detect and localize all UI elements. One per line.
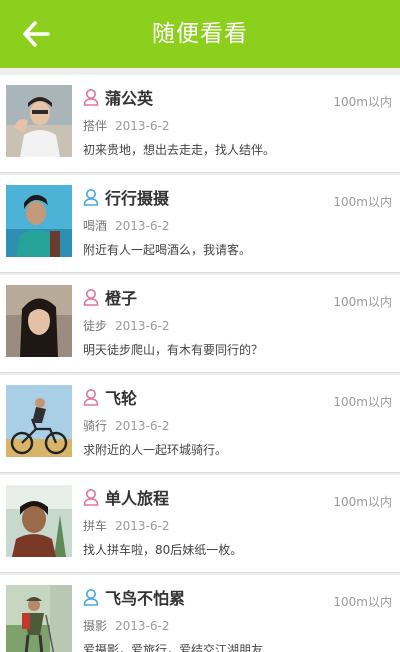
meta-row: 喝酒 2013-6-2 xyxy=(83,217,169,234)
list-item[interactable]: 飞鸟不怕累 摄影 2013-6-2 爱摄影，爱旅行，爱结交江湖朋友…… 100m以… xyxy=(0,575,400,652)
list-item[interactable]: 行行摄摄 喝酒 2013-6-2 附近有人一起喝酒么，我请客。 100m以内 xyxy=(0,175,400,273)
avatar xyxy=(6,185,72,257)
user-name: 蒲公英 xyxy=(105,89,154,108)
name-row: 蒲公英 xyxy=(83,86,153,108)
post-description: 找人拼车啦，80后妹纸一枚。 xyxy=(83,543,243,557)
meta-row: 搭伴 2013-6-2 xyxy=(83,117,169,134)
post-date: 2013-6-2 xyxy=(115,319,170,333)
user-name: 橙子 xyxy=(105,289,138,308)
avatar xyxy=(6,585,72,652)
user-female-icon xyxy=(83,489,99,506)
post-description: 爱摄影，爱旅行，爱结交江湖朋友…… xyxy=(83,643,288,652)
distance-label: 100m以内 xyxy=(333,595,392,609)
back-button[interactable] xyxy=(14,14,58,54)
user-name: 飞鸟不怕累 xyxy=(105,589,186,608)
post-date: 2013-6-2 xyxy=(115,219,170,233)
activity-tag: 搭伴 xyxy=(83,119,108,133)
activity-tag: 徒步 xyxy=(83,319,108,333)
avatar xyxy=(6,385,72,457)
meta-row: 摄影 2013-6-2 xyxy=(83,617,169,634)
activity-tag: 骑行 xyxy=(83,419,108,433)
page-title: 随便看看 xyxy=(152,21,248,47)
list-item[interactable]: 橙子 徒步 2013-6-2 明天徒步爬山，有木有要同行的？ 100m以内 xyxy=(0,275,400,373)
meta-row: 骑行 2013-6-2 xyxy=(83,417,169,434)
post-date: 2013-6-2 xyxy=(115,419,170,433)
user-name: 行行摄摄 xyxy=(105,189,170,208)
people-list: 蒲公英 搭伴 2013-6-2 初来贵地，想出去走走，找人结伴。 100m以内 xyxy=(0,68,400,652)
distance-label: 100m以内 xyxy=(333,95,392,109)
meta-row: 徒步 2013-6-2 xyxy=(83,317,169,334)
post-date: 2013-6-2 xyxy=(115,619,170,633)
activity-tag: 喝酒 xyxy=(83,219,108,233)
avatar xyxy=(6,285,72,357)
post-description: 初来贵地，想出去走走，找人结伴。 xyxy=(83,143,276,157)
header-bar: 随便看看 xyxy=(0,0,400,68)
distance-label: 100m以内 xyxy=(333,195,392,209)
list-item[interactable]: 单人旅程 拼车 2013-6-2 找人拼车啦，80后妹纸一枚。 100m以内 xyxy=(0,475,400,573)
user-male-icon xyxy=(83,589,99,606)
avatar xyxy=(6,485,72,557)
post-date: 2013-6-2 xyxy=(115,119,170,133)
distance-label: 100m以内 xyxy=(333,295,392,309)
list-item[interactable]: 飞轮 骑行 2013-6-2 求附近的人一起环城骑行。 100m以内 xyxy=(0,375,400,473)
name-row: 橙子 xyxy=(83,286,137,308)
activity-tag: 摄影 xyxy=(83,619,108,633)
user-male-icon xyxy=(83,189,99,206)
avatar xyxy=(6,85,72,157)
distance-label: 100m以内 xyxy=(333,495,392,509)
list-item[interactable]: 蒲公英 搭伴 2013-6-2 初来贵地，想出去走走，找人结伴。 100m以内 xyxy=(0,75,400,173)
post-date: 2013-6-2 xyxy=(115,519,170,533)
user-name: 飞轮 xyxy=(105,389,138,408)
activity-tag: 拼车 xyxy=(83,519,108,533)
post-description: 明天徒步爬山，有木有要同行的？ xyxy=(83,343,264,357)
arrow-left-icon xyxy=(23,21,50,47)
meta-row: 拼车 2013-6-2 xyxy=(83,517,169,534)
user-female-icon xyxy=(83,89,99,106)
name-row: 飞轮 xyxy=(83,386,137,408)
post-description: 求附近的人一起环城骑行。 xyxy=(83,443,228,457)
app-root: 随便看看 蒲公英 搭伴 2013-6-2 初来贵地，想出去走走，找人结伴。 10… xyxy=(0,0,400,652)
user-female-icon xyxy=(83,389,99,406)
distance-label: 100m以内 xyxy=(333,395,392,409)
name-row: 飞鸟不怕累 xyxy=(83,586,185,608)
post-description: 附近有人一起喝酒么，我请客。 xyxy=(83,243,252,257)
name-row: 行行摄摄 xyxy=(83,186,169,208)
user-female-icon xyxy=(83,289,99,306)
name-row: 单人旅程 xyxy=(83,486,169,508)
user-name: 单人旅程 xyxy=(105,489,170,508)
